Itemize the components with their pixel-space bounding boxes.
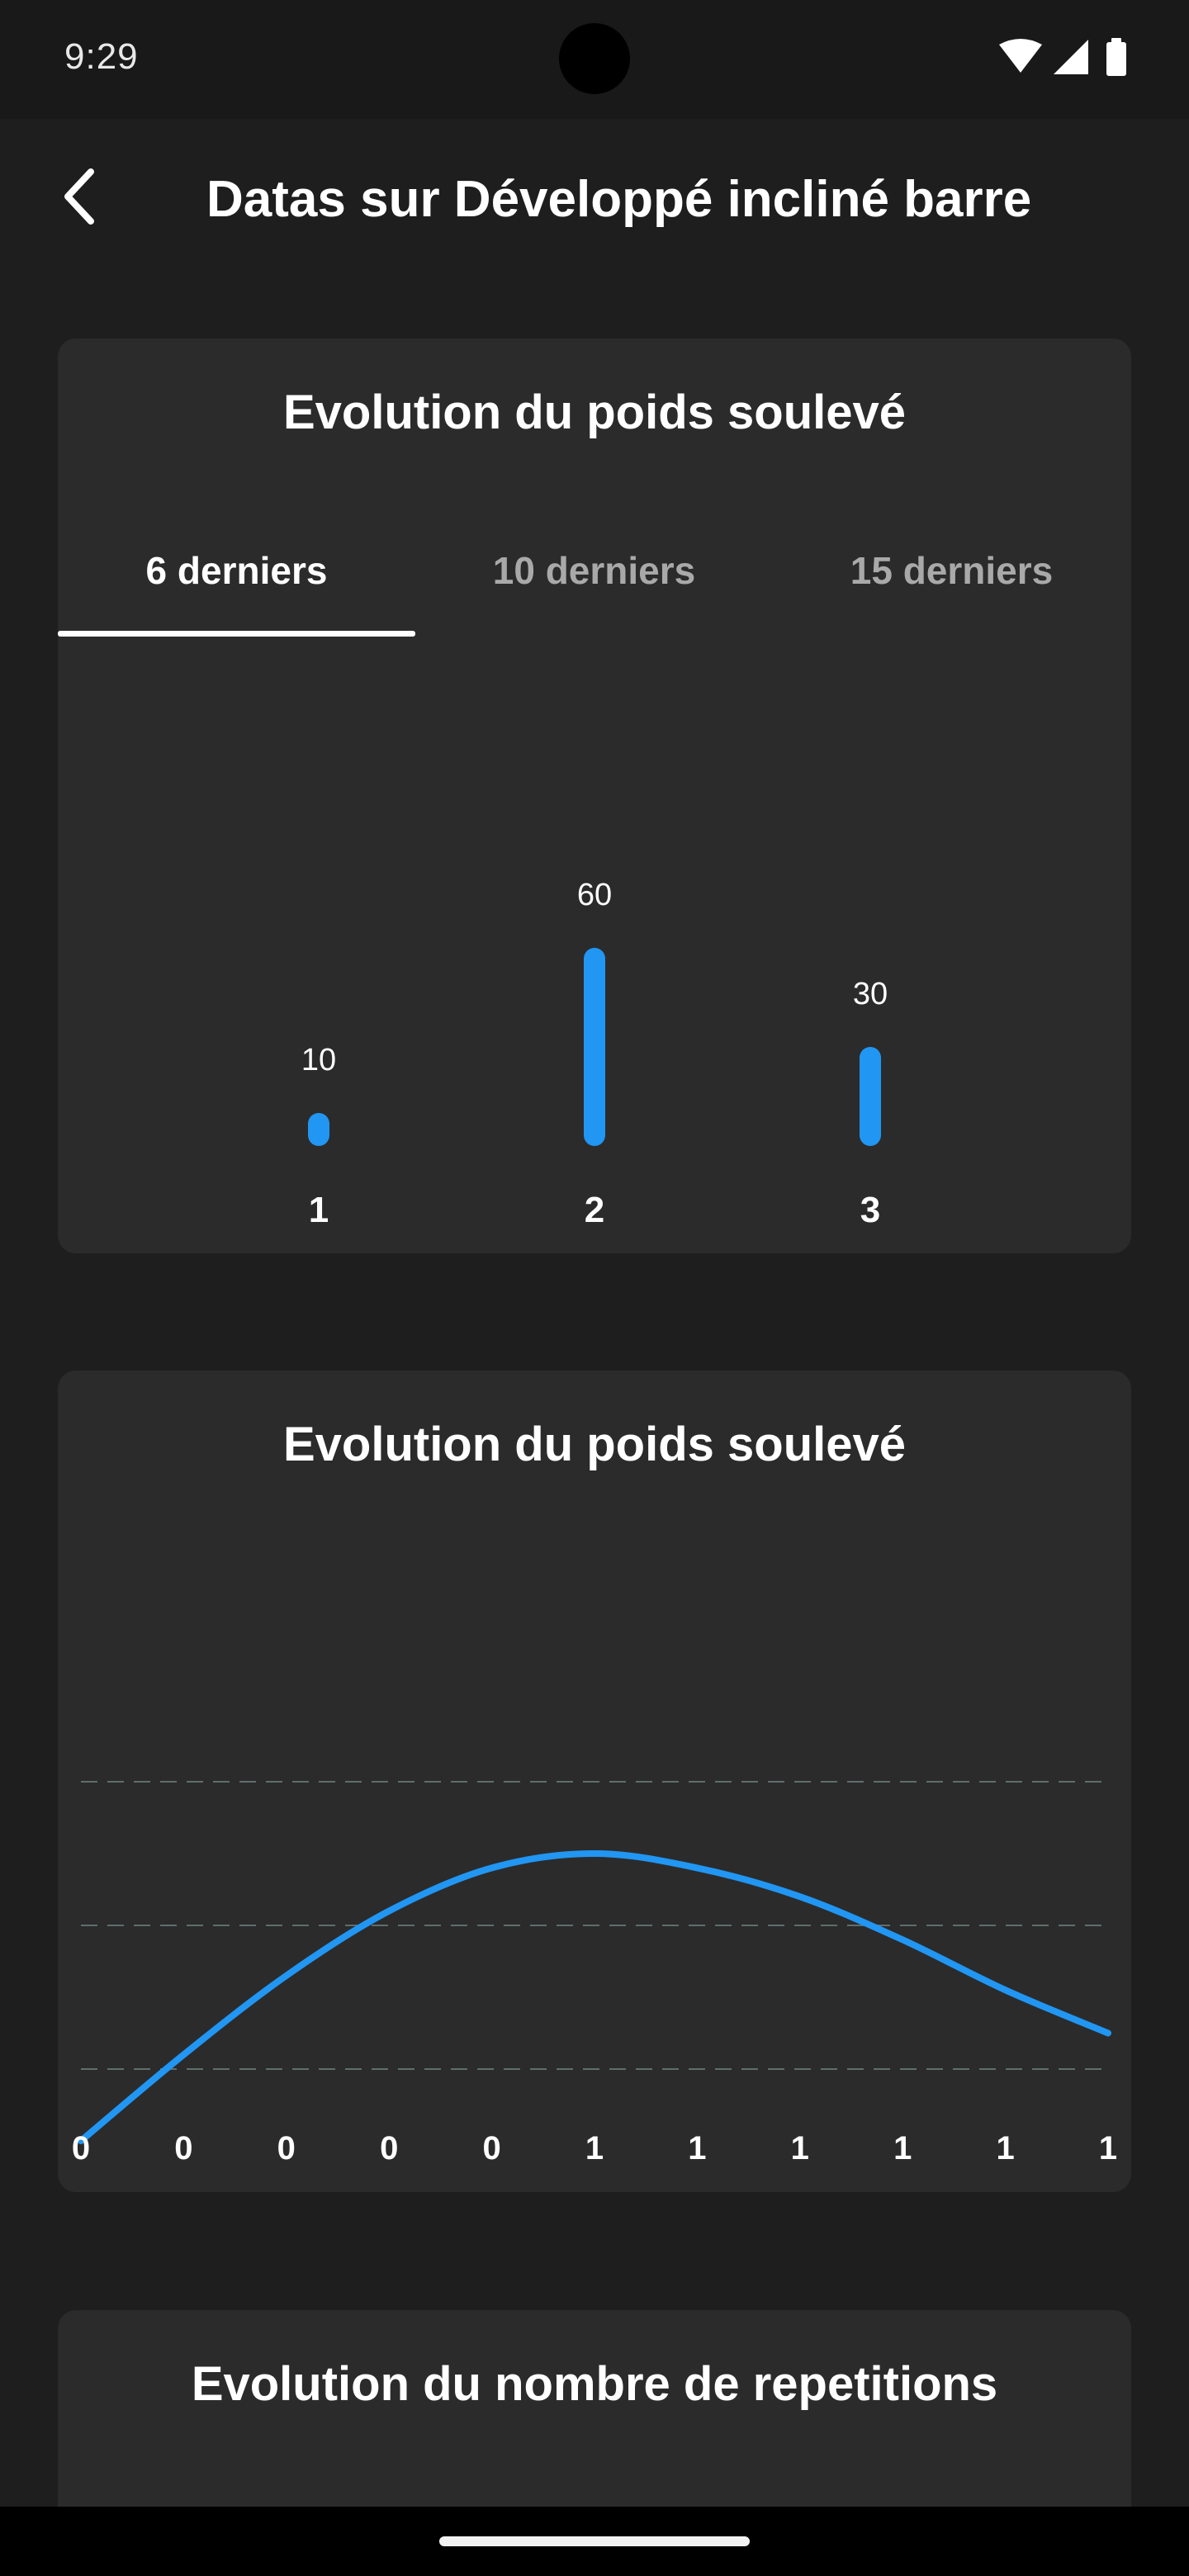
tab-10-derniers[interactable]: 10 derniers — [415, 528, 773, 637]
tab-label: 6 derniers — [145, 549, 328, 592]
x-tick-label: 0 — [380, 2130, 398, 2166]
battery-icon — [1106, 38, 1126, 76]
weight-line-chart-card: Evolution du poids soulevé 0 0 0 0 0 1 1 1 1 1 1 — [58, 1371, 1131, 2192]
wifi-icon — [999, 39, 1042, 73]
x-tick-label: 0 — [72, 2130, 90, 2166]
x-tick-label: 1 — [893, 2130, 912, 2166]
back-button[interactable] — [40, 155, 122, 238]
tab-label: 10 derniers — [492, 549, 696, 592]
status-icons — [999, 38, 1139, 79]
tab-label: 15 derniers — [850, 549, 1054, 592]
app-bar: Datas sur Développé incliné barre — [0, 119, 1189, 284]
camera-cutout — [559, 23, 630, 94]
x-tick-label: 1 — [791, 2130, 809, 2166]
screen: 9:29 Datas sur Développé incliné barre E… — [0, 0, 1189, 2576]
tab-15-derniers[interactable]: 15 derniers — [773, 528, 1130, 637]
period-tabs: 6 derniers 10 derniers 15 derniers — [58, 528, 1131, 637]
x-tick-label: 0 — [174, 2130, 192, 2166]
card-title: Evolution du poids soulevé — [282, 1418, 907, 1471]
status-bar: 9:29 — [0, 0, 1189, 119]
weight-bar-chart-card: Evolution du poids soulevé 6 derniers 10… — [58, 339, 1131, 1253]
navigation-bar — [0, 2507, 1189, 2576]
x-tick-label: 0 — [277, 2130, 296, 2166]
line-series — [78, 1849, 1111, 2144]
x-tick-label: 1 — [1099, 2130, 1117, 2166]
x-tick-label: 1 — [309, 1190, 329, 1230]
active-tab-indicator — [58, 631, 415, 637]
status-time: 9:29 — [64, 36, 139, 77]
x-tick-label: 1 — [585, 2130, 604, 2166]
page-title: Datas sur Développé incliné barre — [206, 171, 1032, 228]
card-title: Evolution du nombre de repetitions — [191, 2357, 998, 2411]
chevron-left-icon — [64, 168, 94, 225]
x-tick-label: 2 — [585, 1190, 604, 1230]
x-tick-label: 1 — [996, 2130, 1014, 2166]
tab-6-derniers[interactable]: 6 derniers — [58, 528, 415, 637]
card-title: Evolution du poids soulevé — [282, 386, 907, 439]
bar-value-label: 30 — [853, 977, 888, 1011]
bar-value-label: 60 — [577, 878, 612, 912]
x-tick-label: 3 — [860, 1190, 880, 1230]
x-tick-label: 1 — [688, 2130, 706, 2166]
home-indicator[interactable] — [439, 2536, 750, 2546]
bar-chart: 10 1 60 2 30 3 — [301, 878, 888, 1230]
bar-value-label: 10 — [301, 1043, 336, 1077]
line-chart: 0 0 0 0 0 1 1 1 1 1 1 — [72, 1781, 1117, 2166]
x-tick-label: 0 — [482, 2130, 500, 2166]
cellular-signal-icon — [1054, 40, 1088, 74]
